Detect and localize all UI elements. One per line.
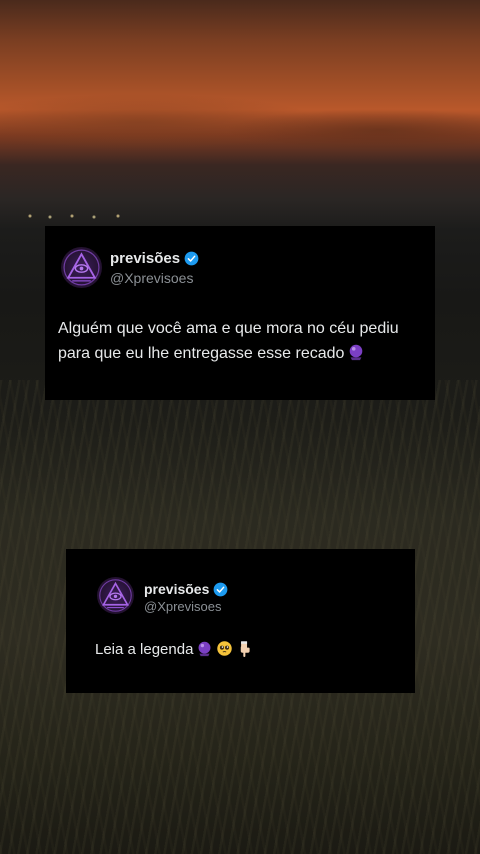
distant-city-lights <box>20 212 150 220</box>
username-handle[interactable]: @Xprevisoes <box>110 270 193 286</box>
avatar[interactable] <box>97 577 134 614</box>
pointing-down-icon <box>236 640 253 657</box>
display-name[interactable]: previsões <box>110 250 180 267</box>
author-row: previsões <box>110 250 199 267</box>
avatar[interactable] <box>61 247 102 288</box>
verified-badge-icon <box>184 251 199 266</box>
verified-badge-icon <box>214 582 228 596</box>
eye-pyramid-icon <box>99 579 132 612</box>
username-handle[interactable]: @Xprevisoes <box>144 599 222 614</box>
crystal-ball-icon <box>196 640 213 657</box>
tweet-card[interactable]: previsões @Xprevisoes Alguém que você am… <box>45 226 435 400</box>
tweet-card[interactable]: previsões @Xprevisoes Leia a legenda <box>66 549 415 693</box>
author-row: previsões <box>144 581 228 597</box>
eye-pyramid-icon <box>63 249 100 286</box>
tweet-text: Alguém que você ama e que mora no céu pe… <box>58 316 423 366</box>
display-name[interactable]: previsões <box>144 581 209 597</box>
crystal-ball-icon <box>347 343 365 361</box>
pleading-face-icon <box>216 640 233 657</box>
tweet-body: Leia a legenda <box>95 641 194 658</box>
tweet-text: Leia a legenda <box>95 640 395 660</box>
